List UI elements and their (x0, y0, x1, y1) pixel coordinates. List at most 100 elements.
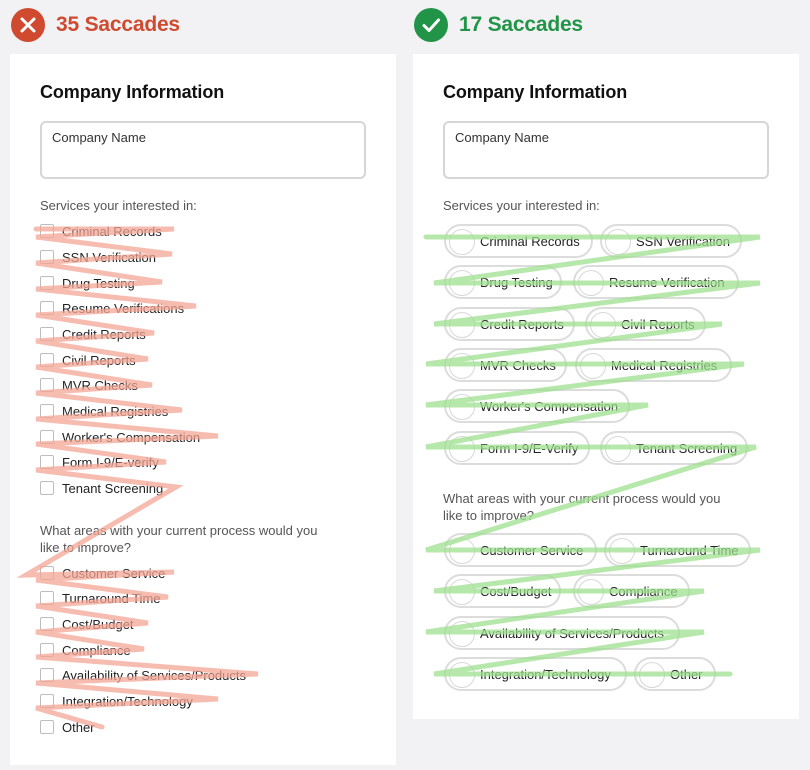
checkbox-box[interactable] (40, 378, 54, 392)
checkbox-box[interactable] (40, 566, 54, 580)
improve-pill[interactable]: Availability of Services/Products (444, 616, 680, 650)
service-label: Tenant Screening (636, 440, 738, 456)
radio-circle[interactable] (639, 662, 665, 688)
radio-circle[interactable] (449, 394, 475, 420)
radio-circle[interactable] (605, 229, 631, 255)
service-pill[interactable]: Criminal Records (444, 224, 593, 258)
checkbox-box[interactable] (40, 668, 54, 682)
improve-checkbox[interactable]: Turnaround Time (40, 589, 161, 607)
radio-circle[interactable] (449, 270, 475, 296)
checkbox-box[interactable] (40, 617, 54, 631)
improve-option-label: Integration/Technology (62, 693, 193, 709)
service-label: Credit Reports (480, 316, 564, 332)
saccade-count-heading: 35 Saccades (56, 13, 180, 36)
service-label: Credit Reports (62, 326, 146, 342)
service-pill[interactable]: Drug Testing (444, 265, 562, 299)
checkbox-box[interactable] (40, 301, 54, 315)
checkbox-box[interactable] (40, 720, 54, 734)
radio-circle[interactable] (578, 270, 604, 296)
radio-circle[interactable] (449, 312, 475, 338)
improve-label-line: What areas with your current process wou… (443, 491, 721, 506)
service-pill[interactable]: Tenant Screening (600, 431, 748, 465)
checkbox-box[interactable] (40, 481, 54, 495)
radio-circle[interactable] (449, 579, 475, 605)
service-checkbox[interactable]: Civil Reports (40, 351, 136, 369)
improve-checkbox[interactable]: Availability of Services/Products (40, 666, 246, 684)
service-checkbox[interactable]: Criminal Records (40, 222, 162, 240)
company-name-placeholder: Company Name (52, 130, 146, 145)
left-form-card: Company Information Company Name Service… (10, 54, 396, 765)
service-pill[interactable]: MVR Checks (444, 348, 567, 382)
services-label: Services your interested in: (443, 198, 600, 213)
service-pill[interactable]: Credit Reports (444, 307, 575, 341)
service-checkbox[interactable]: Credit Reports (40, 325, 146, 343)
service-label: Tenant Screening (62, 480, 164, 496)
checkbox-box[interactable] (40, 455, 54, 469)
checkbox-box[interactable] (40, 694, 54, 708)
right-header: 17 Saccades (414, 8, 583, 42)
checkbox-box[interactable] (40, 250, 54, 264)
radio-circle[interactable] (590, 312, 616, 338)
service-checkbox[interactable]: Drug Testing (40, 274, 135, 292)
service-checkbox[interactable]: Form I-9/E-verify (40, 453, 159, 471)
radio-circle[interactable] (449, 621, 475, 647)
radio-circle[interactable] (449, 436, 475, 462)
service-checkbox[interactable]: SSN Verification (40, 248, 156, 266)
improve-label: What areas with your current process wou… (40, 522, 317, 556)
radio-circle[interactable] (580, 353, 606, 379)
service-checkbox[interactable]: MVR Checks (40, 376, 138, 394)
checkbox-box[interactable] (40, 643, 54, 657)
checkbox-box[interactable] (40, 276, 54, 290)
improve-pill[interactable]: Cost/Budget (444, 574, 561, 608)
improve-pill[interactable]: Customer Service (444, 533, 597, 567)
checkbox-box[interactable] (40, 404, 54, 418)
service-pill[interactable]: Civil Reports (585, 307, 706, 341)
radio-circle[interactable] (449, 662, 475, 688)
service-pill[interactable]: Medical Registries (575, 348, 732, 382)
radio-circle[interactable] (449, 353, 475, 379)
improve-option-label: Cost/Budget (62, 616, 134, 632)
checkbox-box[interactable] (40, 430, 54, 444)
improve-option-label: Other (670, 666, 703, 682)
service-label: Civil Reports (62, 352, 136, 368)
improve-pill[interactable]: Compliance (573, 574, 690, 608)
improve-checkbox[interactable]: Customer Service (40, 564, 165, 582)
service-label: SSN Verification (62, 249, 156, 265)
improve-option-label: Cost/Budget (480, 583, 552, 599)
checkbox-box[interactable] (40, 224, 54, 238)
service-checkbox[interactable]: Resume Verifications (40, 299, 184, 317)
radio-circle[interactable] (609, 538, 635, 564)
improve-checkbox[interactable]: Integration/Technology (40, 692, 193, 710)
form-title: Company Information (40, 82, 225, 102)
company-name-input[interactable]: Company Name (443, 121, 769, 179)
service-checkbox[interactable]: Tenant Screening (40, 479, 163, 497)
service-pill[interactable]: Form I-9/E-Verify (444, 431, 590, 465)
improve-pill[interactable]: Other (634, 657, 716, 691)
saccade-count-heading: 17 Saccades (459, 13, 583, 36)
radio-circle[interactable] (605, 436, 631, 462)
improve-checkbox[interactable]: Other (40, 718, 95, 736)
radio-circle[interactable] (449, 538, 475, 564)
radio-circle[interactable] (578, 579, 604, 605)
service-checkbox[interactable]: Medical Registries (40, 402, 168, 420)
service-label: Resume Verifications (62, 300, 185, 316)
improve-pill[interactable]: Integration/Technology (444, 657, 627, 691)
radio-circle[interactable] (449, 229, 475, 255)
company-name-placeholder: Company Name (455, 130, 549, 145)
improve-label-line: like to improve? (443, 508, 535, 523)
service-pill[interactable]: Worker's Compensation (444, 389, 630, 423)
improve-pill[interactable]: Turnaround Time (604, 533, 751, 567)
improve-checkbox[interactable]: Cost/Budget (40, 615, 134, 633)
service-pill[interactable]: SSN Verification (600, 224, 742, 258)
company-name-input[interactable]: Company Name (40, 121, 366, 179)
improve-option-label: Availability of Services/Products (62, 667, 247, 683)
checkbox-box[interactable] (40, 591, 54, 605)
service-checkbox[interactable]: Worker's Compensation (40, 428, 200, 446)
service-pill[interactable]: Resume Verification (573, 265, 739, 299)
improve-checkbox[interactable]: Compliance (40, 641, 131, 659)
checkbox-box[interactable] (40, 327, 54, 341)
service-label: MVR Checks (62, 377, 138, 393)
checkbox-box[interactable] (40, 353, 54, 367)
service-label: Drug Testing (480, 274, 553, 290)
improve-option-label: Customer Service (480, 542, 584, 558)
